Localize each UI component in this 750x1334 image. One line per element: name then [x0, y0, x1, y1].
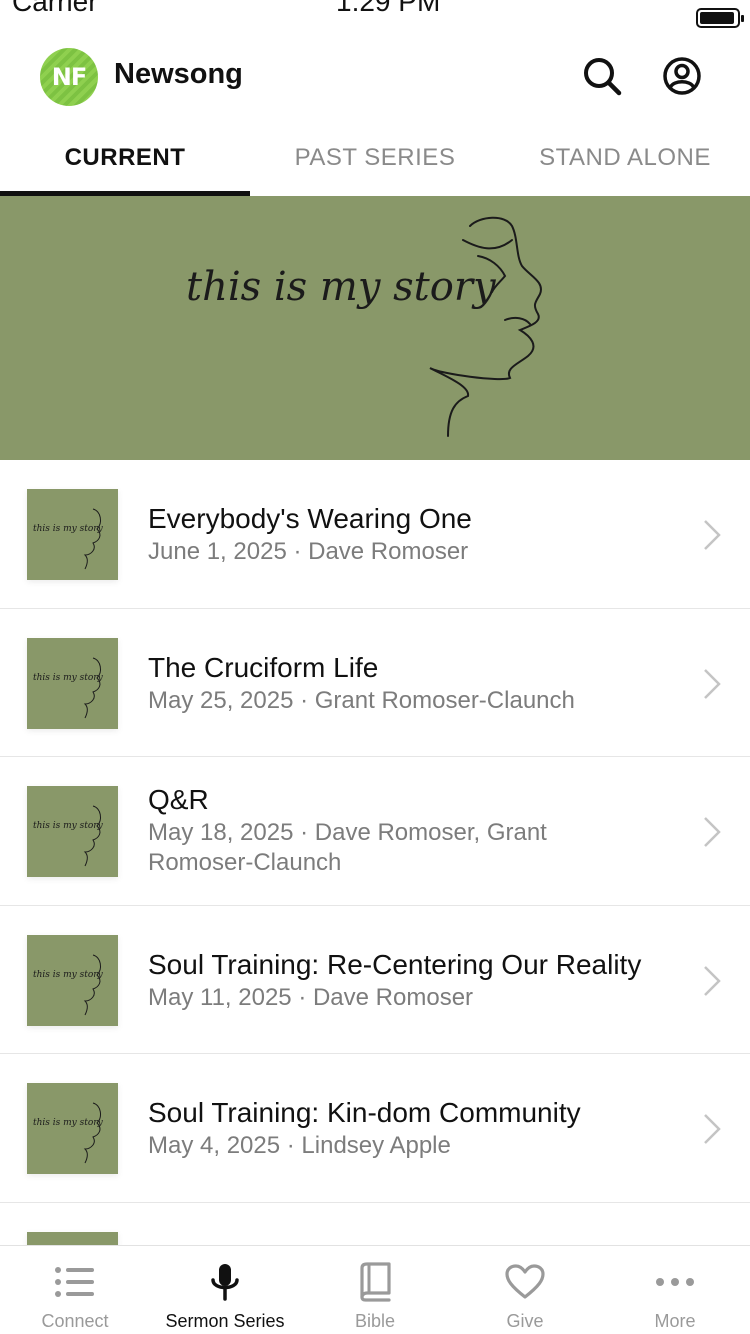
sermon-title: Soul Training: Re-Centering Our Reality: [148, 948, 642, 980]
tabbar-label: Bible: [354, 1311, 396, 1331]
bottom-tab-bar: Connect Sermon Series Bible Give More: [0, 1245, 750, 1334]
tabbar-label: More: [654, 1311, 696, 1331]
svg-text:this is my story: this is my story: [33, 673, 104, 683]
tabbar-label: Sermon Series: [165, 1311, 285, 1331]
tab-current[interactable]: CURRENT: [0, 120, 250, 196]
sermon-row[interactable]: this is my story Q&R May 18, 2025 · Dave…: [0, 757, 750, 906]
sermon-thumbnail: this is my story: [27, 1083, 118, 1174]
app-header: NF Newsong: [0, 44, 750, 110]
tabbar-label: Give: [506, 1311, 544, 1331]
sermon-title: Soul Training: Kin-dom Community: [148, 1097, 581, 1128]
status-bar: Carrier 1:29 PM: [0, 0, 750, 36]
sermon-thumbnail: this is my story: [27, 934, 118, 1026]
heart-icon: [505, 1264, 545, 1299]
tabbar-label: Connect: [41, 1311, 109, 1331]
sermon-meta: June 1, 2025 · Dave Romoser: [148, 538, 469, 565]
sermon-title: The Cruciform Life: [148, 651, 379, 683]
sermon-meta: May 11, 2025 · Dave Romoser: [148, 983, 474, 1011]
tabbar-sermon-series[interactable]: Sermon Series: [150, 1246, 300, 1334]
sermon-meta: May 4, 2025 · Lindsey Apple: [148, 1132, 451, 1159]
chevron-right-icon: [704, 668, 721, 699]
sermon-meta: May 18, 2025 · Dave Romoser, Grant Romos…: [148, 819, 547, 876]
svg-text:this is my story: this is my story: [33, 524, 104, 534]
sermon-title: Everybody's Wearing One: [148, 503, 472, 534]
sermon-row[interactable]: this is my story The Cruciform Life May …: [0, 609, 750, 757]
chevron-right-icon: [704, 817, 721, 847]
logo-text: NF: [51, 63, 87, 91]
app-title: Newsong: [114, 58, 243, 90]
tab-past-series[interactable]: PAST SERIES: [250, 120, 500, 196]
tabbar-more[interactable]: More: [600, 1246, 750, 1334]
sermon-meta: May 25, 2025 · Grant Romoser-Claunch: [148, 686, 575, 714]
sermon-thumbnail: this is my story: [27, 489, 118, 580]
series-artwork: this is my story: [186, 216, 542, 437]
tabbar-give[interactable]: Give: [450, 1246, 600, 1334]
account-icon: [663, 57, 701, 95]
status-carrier: Carrier: [12, 0, 98, 17]
search-button[interactable]: [580, 54, 624, 98]
app-logo: NF: [40, 48, 98, 106]
series-tabs: CURRENT PAST SERIES STAND ALONE: [0, 120, 750, 196]
sermon-title: Q&R: [148, 784, 209, 815]
status-time: 1:29 PM: [336, 0, 441, 17]
sermon-row[interactable]: this is my story Soul Training: Re-Cente…: [0, 906, 750, 1054]
sermon-thumbnail: this is my story: [27, 637, 118, 729]
sermon-row[interactable]: this is my story Soul Training: Kin-dom …: [0, 1054, 750, 1203]
svg-text:this is my story: this is my story: [33, 821, 104, 831]
sermon-row[interactable]: this is my story Everybody's Wearing One…: [0, 460, 750, 609]
svg-text:this is my story: this is my story: [33, 970, 104, 980]
battery-icon: [696, 8, 744, 28]
artwork-lettering: this is my story: [186, 264, 497, 310]
chevron-right-icon: [704, 1114, 721, 1144]
svg-text:this is my story: this is my story: [33, 1118, 104, 1128]
account-button[interactable]: [660, 54, 704, 98]
series-banner[interactable]: this is my story: [0, 196, 750, 460]
chevron-right-icon: [704, 965, 721, 996]
tab-stand-alone[interactable]: STAND ALONE: [500, 120, 750, 196]
tabbar-bible[interactable]: Bible: [300, 1246, 450, 1334]
more-dots-icon: [656, 1278, 694, 1286]
chevron-right-icon: [704, 520, 721, 550]
sermon-thumbnail: [27, 1231, 118, 1246]
sermon-list: this is my story Everybody's Wearing One…: [0, 460, 750, 1246]
list-icon: [55, 1267, 94, 1297]
sermon-thumbnail: this is my story: [27, 786, 118, 877]
tabbar-connect[interactable]: Connect: [0, 1246, 150, 1334]
microphone-icon: [211, 1264, 239, 1301]
sermon-row-partial[interactable]: [0, 1203, 750, 1246]
book-icon: [360, 1262, 391, 1302]
search-icon: [584, 58, 622, 96]
